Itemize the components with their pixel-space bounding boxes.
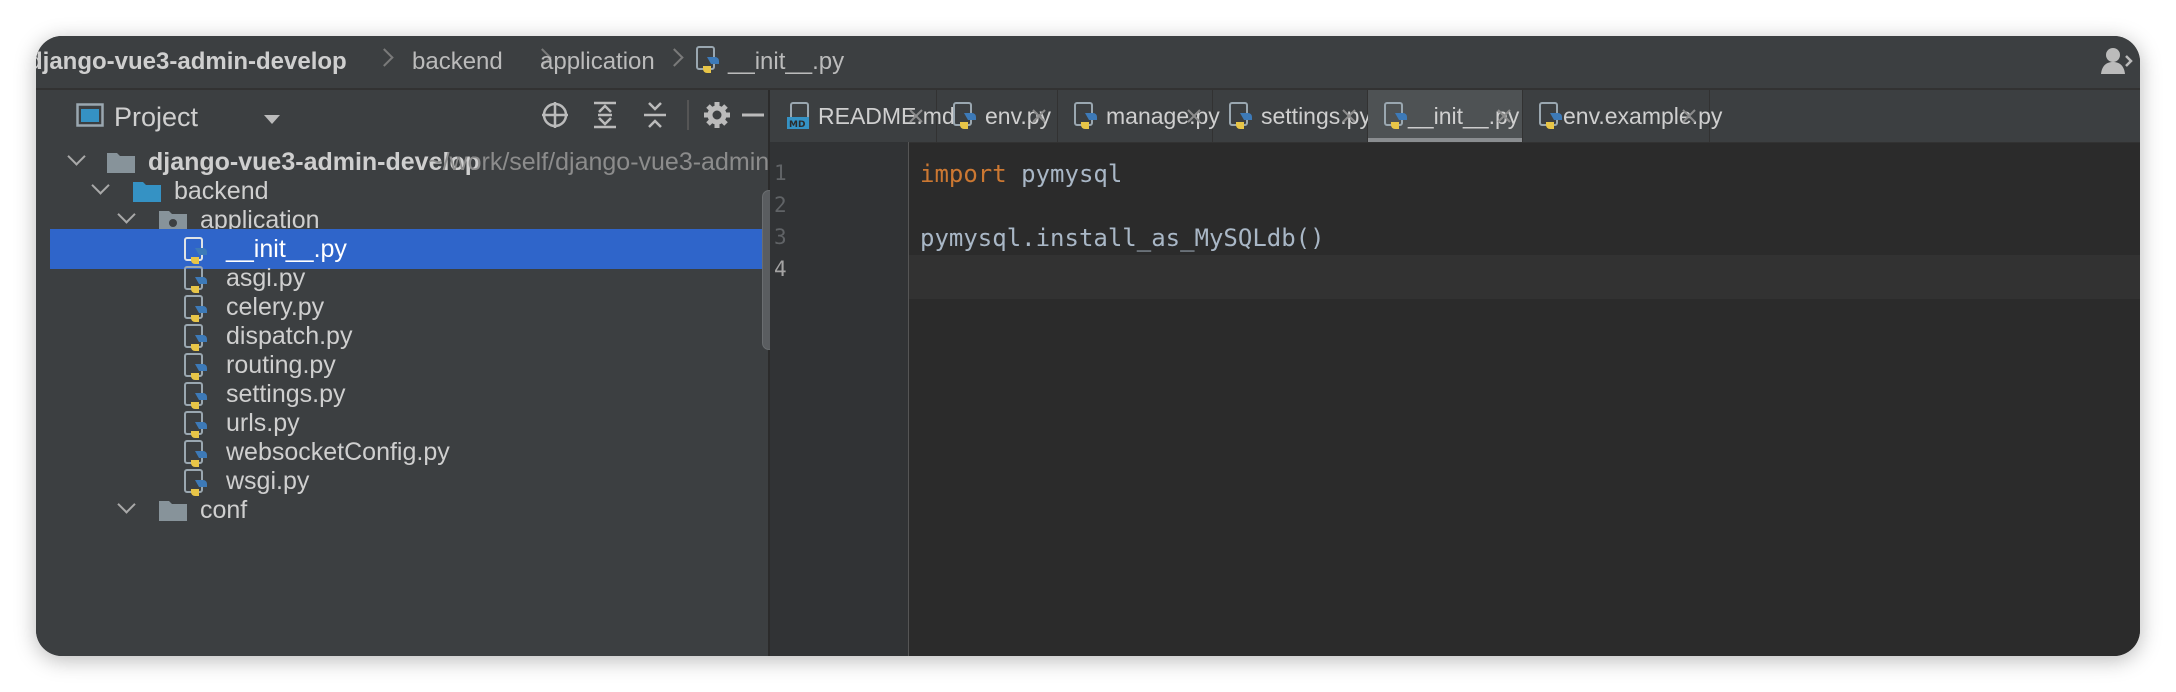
python-file-icon	[1539, 102, 1562, 129]
tool-window-stripe[interactable]	[36, 90, 50, 656]
line-number-current: 4	[774, 257, 787, 281]
collapse-all-icon[interactable]	[640, 100, 670, 130]
breadcrumb: django-vue3-admin-develop backend applic…	[36, 36, 2140, 90]
project-panel-header: Project	[50, 90, 768, 140]
python-file-icon	[953, 102, 976, 129]
chevron-down-icon[interactable]	[91, 176, 110, 195]
editor-tab-bar: MD README.md env.py manage.py settings.p…	[770, 90, 2140, 143]
minimize-icon[interactable]	[738, 100, 768, 130]
tab-label: README.md	[818, 103, 955, 129]
line-number-gutter[interactable]: 1 2 3 4	[770, 142, 909, 656]
tab-env-py[interactable]: env.py	[937, 90, 1058, 142]
close-icon[interactable]	[1494, 106, 1514, 126]
svg-text:MD: MD	[789, 120, 805, 130]
chevron-down-icon[interactable]	[117, 495, 136, 514]
breadcrumb-item-backend[interactable]: backend	[412, 48, 503, 76]
project-panel-title[interactable]: Project	[114, 102, 198, 133]
current-line-highlight	[909, 255, 2140, 299]
code-line-1[interactable]: import pymysql	[920, 160, 1122, 188]
project-panel: Project django-vue3-admin-develop ~/work…	[50, 90, 776, 656]
close-icon[interactable]	[1184, 106, 1204, 126]
close-icon[interactable]	[906, 106, 926, 126]
expand-all-icon[interactable]	[590, 100, 620, 130]
chevron-right-icon	[665, 48, 684, 67]
user-icon[interactable]	[2100, 46, 2134, 76]
breadcrumb-item-project[interactable]: django-vue3-admin-develop	[36, 48, 347, 76]
chevron-right-icon	[375, 48, 394, 67]
locate-icon[interactable]	[540, 100, 570, 130]
close-icon[interactable]	[1679, 106, 1699, 126]
close-icon[interactable]	[1029, 106, 1049, 126]
line-number: 2	[774, 193, 787, 217]
code-line-3[interactable]: pymysql.install_as_MySQLdb()	[920, 224, 1325, 252]
code-keyword: import	[920, 160, 1007, 188]
python-file-icon	[1384, 102, 1407, 129]
chevron-down-icon[interactable]	[67, 147, 86, 166]
tab-init-py[interactable]: __init__.py	[1368, 90, 1523, 142]
tree-item-conf[interactable]: conf	[50, 490, 768, 530]
python-file-icon	[696, 46, 722, 81]
tab-env-example-py[interactable]: env.example.py	[1523, 90, 1722, 142]
tab-manage-py[interactable]: manage.py	[1058, 90, 1220, 142]
tab-readme-md[interactable]: MD README.md	[770, 90, 955, 142]
header-divider	[687, 100, 689, 130]
tree-item-label: conf	[200, 496, 248, 524]
line-number: 3	[774, 225, 787, 249]
ide-window: django-vue3-admin-develop backend applic…	[36, 36, 2140, 656]
breadcrumb-item-file[interactable]: __init__.py	[728, 48, 844, 76]
project-tree: django-vue3-admin-develop ~/work/self/dj…	[50, 138, 768, 656]
line-number: 1	[774, 161, 787, 185]
chevron-down-icon[interactable]	[117, 205, 136, 224]
folder-icon	[159, 501, 187, 521]
gear-icon[interactable]	[702, 100, 732, 130]
tab-settings-py[interactable]: settings.py	[1213, 90, 1371, 142]
chevron-down-icon[interactable]	[264, 115, 280, 124]
close-icon[interactable]	[1339, 106, 1359, 126]
python-file-icon	[1229, 102, 1252, 129]
editor: MD README.md env.py manage.py settings.p…	[770, 90, 2140, 656]
python-file-icon	[1074, 102, 1097, 129]
code-text: pymysql	[1006, 160, 1123, 188]
project-window-icon	[76, 103, 104, 127]
active-tab-indicator	[1368, 138, 1522, 142]
breadcrumb-item-application[interactable]: application	[540, 48, 655, 76]
markdown-icon: MD	[787, 102, 809, 130]
